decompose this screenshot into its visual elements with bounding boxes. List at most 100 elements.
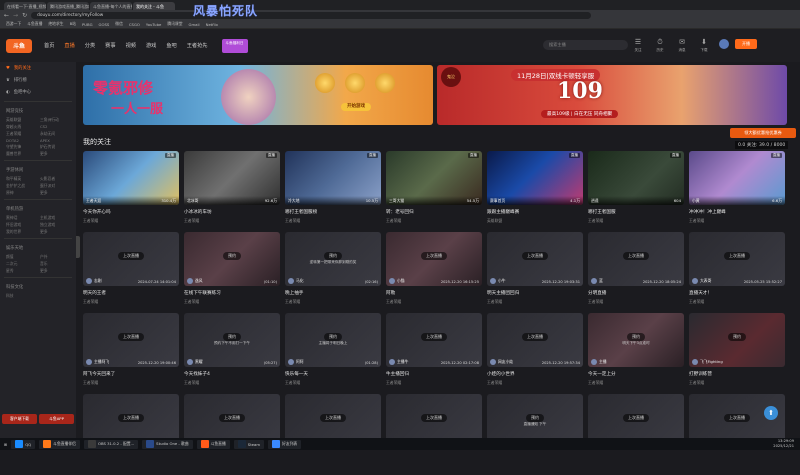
sidebar-item[interactable]: ♛ 排行榜 <box>0 74 76 86</box>
sidebar-category-link[interactable]: 户外 <box>40 254 70 260</box>
taskbar-app[interactable]: 好友列表 <box>268 439 302 449</box>
stream-category[interactable]: 王者荣耀 <box>689 299 785 305</box>
browser-tab[interactable]: 斗鱼直播-每个人的直播 <box>90 2 132 10</box>
stream-category[interactable]: 王者荣耀 <box>487 380 583 386</box>
sidebar-category-link[interactable]: 永劫无间 <box>40 131 70 137</box>
stream-thumbnail[interactable]: 直播 逍遥 604 <box>588 151 684 205</box>
follow-card[interactable]: 上次直播 主播牛 2025-12-20 02:17:08 牛主播回归王者荣耀 <box>386 313 482 394</box>
windows-start-icon[interactable]: ⊞ <box>4 442 7 447</box>
stream-thumbnail[interactable]: 直播 小黄 6.6万 <box>689 151 785 205</box>
stream-category[interactable]: 王者荣耀 <box>184 380 280 386</box>
sidebar-category-link[interactable]: 原神 <box>6 190 36 196</box>
nav-item[interactable]: 视频 <box>126 42 136 49</box>
sidebar-item[interactable]: ♥ 我的关注 <box>0 62 76 74</box>
stream-title[interactable]: 阿飞今天回来了 <box>83 371 179 377</box>
taskbar-app[interactable]: 斗鱼直播 <box>196 439 230 449</box>
stream-category[interactable]: 王者荣耀 <box>184 218 280 224</box>
stream-thumbnail[interactable]: 预约 飞飞Fighting <box>689 313 785 367</box>
stream-category[interactable]: 王者荣耀 <box>184 299 280 305</box>
stream-category[interactable]: 王者荣耀 <box>588 380 684 386</box>
sidebar-category-link[interactable]: 王者荣耀 <box>6 131 36 137</box>
stream-thumbnail[interactable]: 直播 赛事首页 4.1万 <box>487 151 583 205</box>
stream-category[interactable]: 英雄联盟 <box>487 218 583 224</box>
sidebar-item[interactable]: ◐ 鱼吧中心 <box>0 86 76 98</box>
stream-thumbnail[interactable]: 直播 冷大地 10.5万 <box>285 151 381 205</box>
promo-badge[interactable]: 斗鱼福利日 <box>221 38 248 53</box>
nav-item[interactable]: 游戏 <box>146 42 156 49</box>
stream-title[interactable]: 跟跟主播巅峰赛 <box>487 209 583 215</box>
follow-card[interactable]: 预约 预约下午不用打一下午 黑曜 (05:27) 今天找妹子4 王者荣耀 <box>184 313 280 394</box>
taskbar-app[interactable]: OBS 31.0.2 - 配置... <box>83 439 139 449</box>
stream-thumbnail[interactable]: 上次直播 主播牛 2025-12-20 02:17:08 <box>386 313 482 367</box>
stream-category[interactable]: 王者荣耀 <box>386 218 482 224</box>
follow-card[interactable]: 上次直播 网友小娃 2025-12-20 19:57:34 小娃的小世界 王者荣耀 <box>487 313 583 394</box>
stream-category[interactable]: 王者荣耀 <box>588 218 684 224</box>
browser-tab[interactable]: 我的关注 - 斗鱼 <box>133 2 175 10</box>
bookmark-item[interactable]: 斗鱼直播 <box>27 21 42 27</box>
stream-category[interactable]: 王者荣耀 <box>386 380 482 386</box>
follow-card[interactable]: 上次直播 主播阿飞 2025-12-20 19:00:46 阿飞今天回来了 王者荣耀 <box>83 313 179 394</box>
stream-category[interactable]: 王者荣耀 <box>588 299 684 305</box>
back-icon[interactable]: ← <box>4 12 9 19</box>
nav-item[interactable]: 王者抢先 <box>187 42 208 49</box>
stream-thumbnail[interactable]: 上次直播 小牛 2025-12-20 19:03:31 <box>487 232 583 286</box>
bookmark-item[interactable]: 绝地求生 <box>48 21 63 27</box>
stream-title[interactable]: 牛主播回归 <box>386 371 482 377</box>
reload-icon[interactable]: ↻ <box>22 12 27 19</box>
sidebar-category-link[interactable]: 主机游戏 <box>40 215 70 221</box>
site-logo[interactable]: 斗鱼 <box>6 38 32 53</box>
bookmark-item[interactable]: GOSS <box>99 22 110 27</box>
follow-card[interactable]: 上次直播2025-11-14 12:21:30 <box>285 394 381 475</box>
start-game-button[interactable]: 开始游戏 <box>341 103 371 111</box>
nav-item[interactable]: 鱼吧 <box>166 42 176 49</box>
sidebar-category-link[interactable]: 更多 <box>40 151 70 157</box>
stream-title[interactable]: 明天的王者 <box>83 290 179 296</box>
stream-category[interactable]: 王者荣耀 <box>285 218 381 224</box>
stream-thumbnail[interactable]: 预约 明天下午3点准时 主播 <box>588 313 684 367</box>
bookmark-item[interactable]: CSGO <box>129 22 140 27</box>
follow-card[interactable]: 上次直播 小猫 2025-12-20 16:15:25 阿勒 王者荣耀 <box>386 232 482 313</box>
taskbar-app[interactable]: 斗鱼直播伴侣 <box>39 439 80 449</box>
nav-item[interactable]: 赛事 <box>105 42 115 49</box>
follow-card[interactable]: 预约 逆转第一把带来你那到刚的奖 马化 (02:16) 晚上抽手 王者荣耀 <box>285 232 381 313</box>
sidebar-category-link[interactable]: 金铲铲之战 <box>6 183 36 189</box>
follow-card[interactable]: 直播 赛事首页 4.1万跟跟主播巅峰赛 英雄联盟 <box>487 151 583 232</box>
stream-title[interactable]: 今天一定上分 <box>588 371 684 377</box>
sidebar-category-link[interactable]: 科技 <box>6 293 36 299</box>
sidebar-category-link[interactable]: 炉石传说 <box>40 144 70 150</box>
sidebar-category-link[interactable]: 怀旧游戏 <box>6 222 36 228</box>
header-icon[interactable]: ☰ 关注 <box>632 38 644 54</box>
stream-category[interactable]: 王者荣耀 <box>285 299 381 305</box>
stream-thumbnail[interactable]: 上次直播 志刚 2024-07-24 14:01:04 <box>83 232 179 286</box>
stream-title[interactable]: 快乐每一天 <box>285 371 381 377</box>
sidebar-download-button[interactable]: 斗鱼APP <box>39 414 74 424</box>
follow-card[interactable]: 直播 王者天涯 310.4万 今天你开心吗 王者荣耀 <box>83 151 179 232</box>
nav-item[interactable]: 分类 <box>85 42 95 49</box>
taskbar-app[interactable]: Studio One - 歌曲 <box>142 439 193 449</box>
banner-right[interactable]: 鬼泣 11月28日|双线卡顿轻享服 109 最高109级 | 白在无压 同舟相聚 <box>437 65 787 125</box>
forward-icon[interactable]: → <box>13 12 18 19</box>
stream-title[interactable]: 在线下午联赛练习 <box>184 290 280 296</box>
follow-card[interactable]: 直播 北冰哥 92.6万 小冰冰的车坊 王者荣耀 <box>184 151 280 232</box>
sidebar-category-link[interactable]: 蛋仔派对 <box>40 183 70 189</box>
bookmark-item[interactable]: 腾讯课堂 <box>167 21 182 27</box>
follow-card[interactable]: 上次直播2025-11-14 12:08:56 <box>184 394 280 475</box>
bookmark-item[interactable]: YouTube <box>146 22 161 27</box>
follow-card[interactable]: 上次直播2018-08-01 13:05:56 <box>386 394 482 475</box>
stream-title[interactable]: 小冰冰的车坊 <box>184 209 280 215</box>
stream-category[interactable]: 王者荣耀 <box>689 218 785 224</box>
header-icon[interactable]: ⏱ 历史 <box>654 38 666 54</box>
nav-item[interactable]: 首页 <box>44 42 54 49</box>
sidebar-category-link[interactable]: 更多 <box>40 268 70 274</box>
sidebar-category-link[interactable]: 星秀 <box>6 268 36 274</box>
stream-category[interactable]: 王者荣耀 <box>83 218 179 224</box>
stream-category[interactable]: 王者荣耀 <box>689 380 785 386</box>
bookmark-item[interactable]: Netflix <box>206 22 218 27</box>
sidebar-category-link[interactable]: 火影忍者 <box>40 176 70 182</box>
nav-item[interactable]: 直播 <box>64 42 74 49</box>
bookmark-item[interactable]: 西游一下 <box>6 21 21 27</box>
scroll-top-button[interactable]: ⬆ <box>764 406 778 420</box>
sidebar-category-link[interactable]: 黑神话 <box>6 215 36 221</box>
stream-thumbnail[interactable]: 上次直播 主播阿飞 2025-12-20 19:00:46 <box>83 313 179 367</box>
follow-card[interactable]: 上次直播蓝 2025-12-20 18:05:24 分明直播 王者荣耀 <box>588 232 684 313</box>
